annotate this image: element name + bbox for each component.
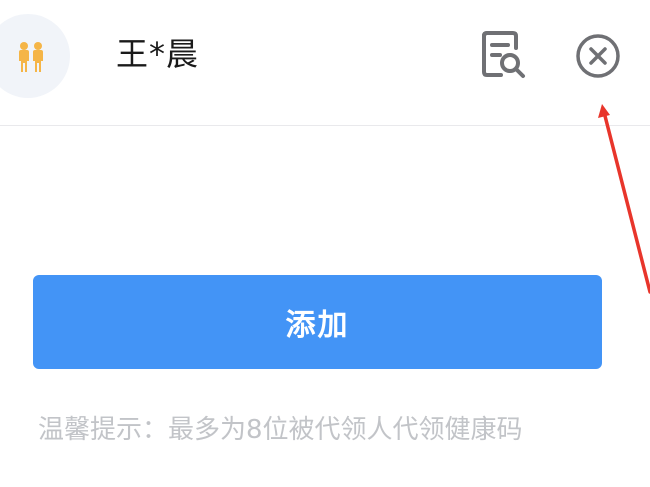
add-button[interactable]: 添加	[33, 275, 602, 369]
tip-text: 温馨提示：最多为8位被代领人代领健康码	[38, 415, 523, 445]
avatar	[0, 14, 70, 98]
view-details-button[interactable]	[481, 30, 527, 80]
document-search-icon	[482, 31, 525, 78]
close-circle-icon	[576, 34, 620, 78]
family-icon	[19, 42, 43, 72]
person-row: 王*晨	[0, 0, 650, 126]
person-name: 王*晨	[116, 35, 200, 73]
remove-button[interactable]	[574, 32, 622, 80]
screen: 王*晨 添加 温馨提示：最多为8位被代领人代领健康码	[0, 0, 650, 487]
